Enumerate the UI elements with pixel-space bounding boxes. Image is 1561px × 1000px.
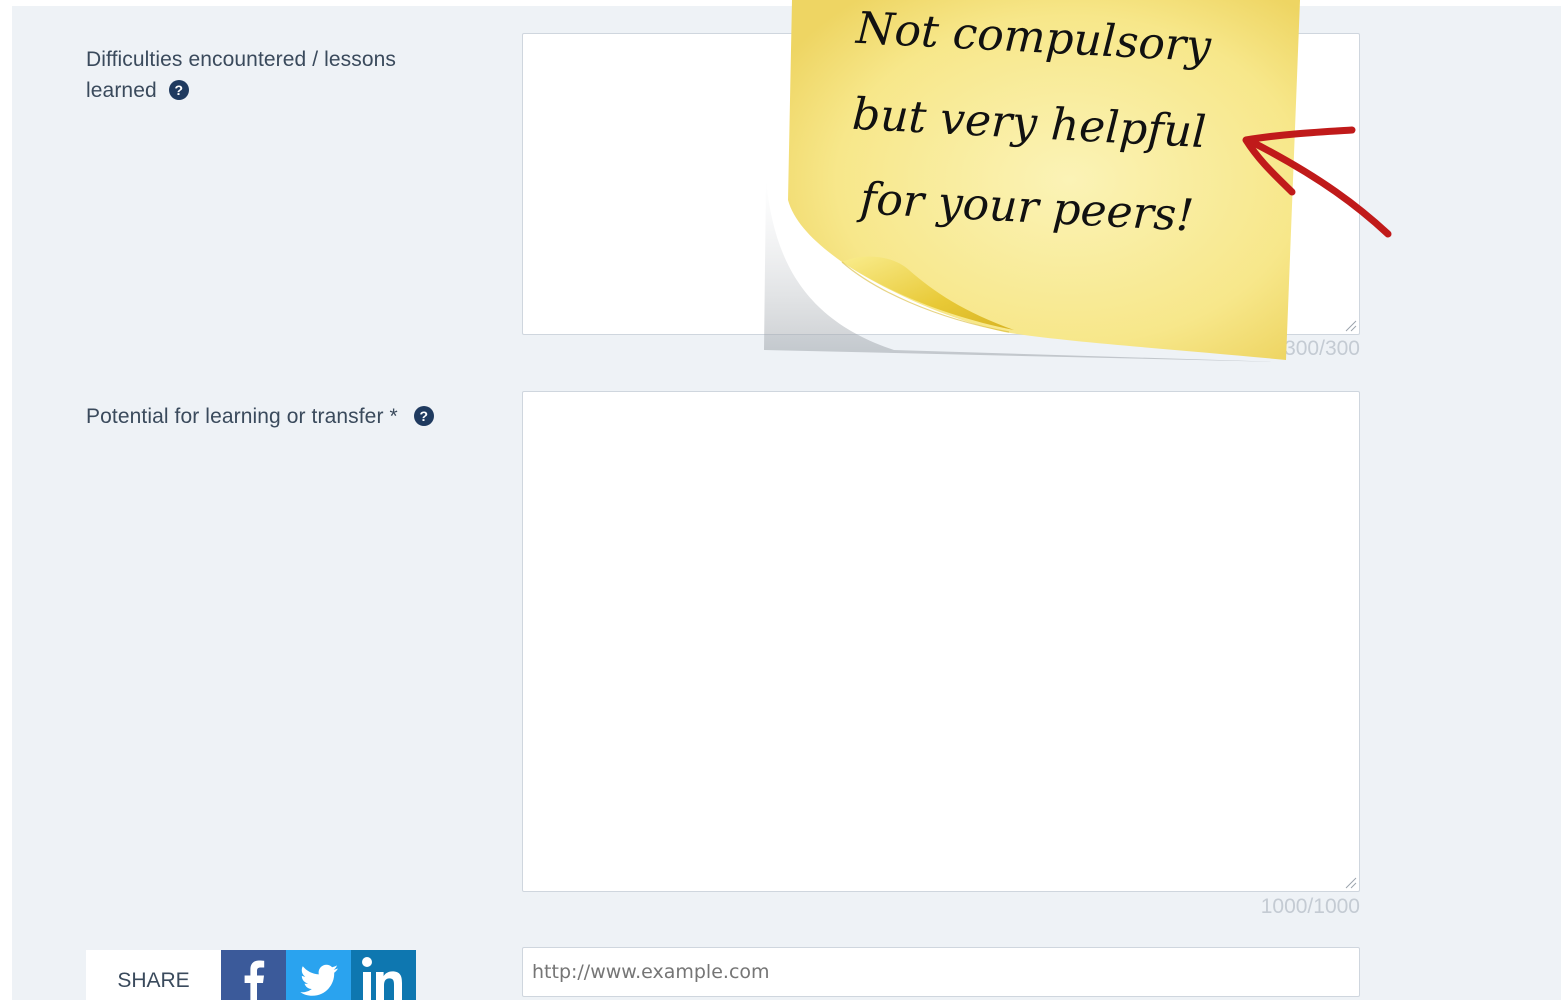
linkedin-share-button[interactable]	[351, 950, 416, 1000]
red-arrow-icon	[1242, 126, 1392, 238]
difficulties-label: Difficulties encountered / lessons learn…	[86, 44, 396, 106]
page: Difficulties encountered / lessons learn…	[0, 0, 1561, 1000]
share-label: SHARE	[86, 950, 221, 1000]
potential-label: Potential for learning or transfer *?	[86, 401, 434, 432]
difficulties-label-line1: Difficulties encountered / lessons	[86, 48, 397, 71]
facebook-icon	[244, 960, 265, 1000]
potential-textarea[interactable]	[522, 391, 1360, 892]
potential-label-text: Potential for learning or transfer *	[86, 405, 398, 428]
difficulties-char-counter: 300/300	[1284, 337, 1360, 360]
twitter-share-button[interactable]	[286, 950, 351, 1000]
difficulties-label-line2-text: learned	[86, 79, 157, 102]
resize-grip-icon[interactable]	[1343, 875, 1357, 889]
facebook-share-button[interactable]	[221, 950, 286, 1000]
potential-char-counter: 1000/1000	[1260, 895, 1360, 918]
resize-grip-icon[interactable]	[1343, 318, 1357, 332]
help-icon[interactable]: ?	[413, 406, 434, 426]
twitter-icon	[300, 964, 338, 996]
difficulties-label-line2: learned?	[86, 75, 396, 106]
website-url-input[interactable]	[522, 947, 1360, 997]
linkedin-icon	[362, 957, 402, 1000]
help-icon[interactable]: ?	[168, 80, 189, 100]
